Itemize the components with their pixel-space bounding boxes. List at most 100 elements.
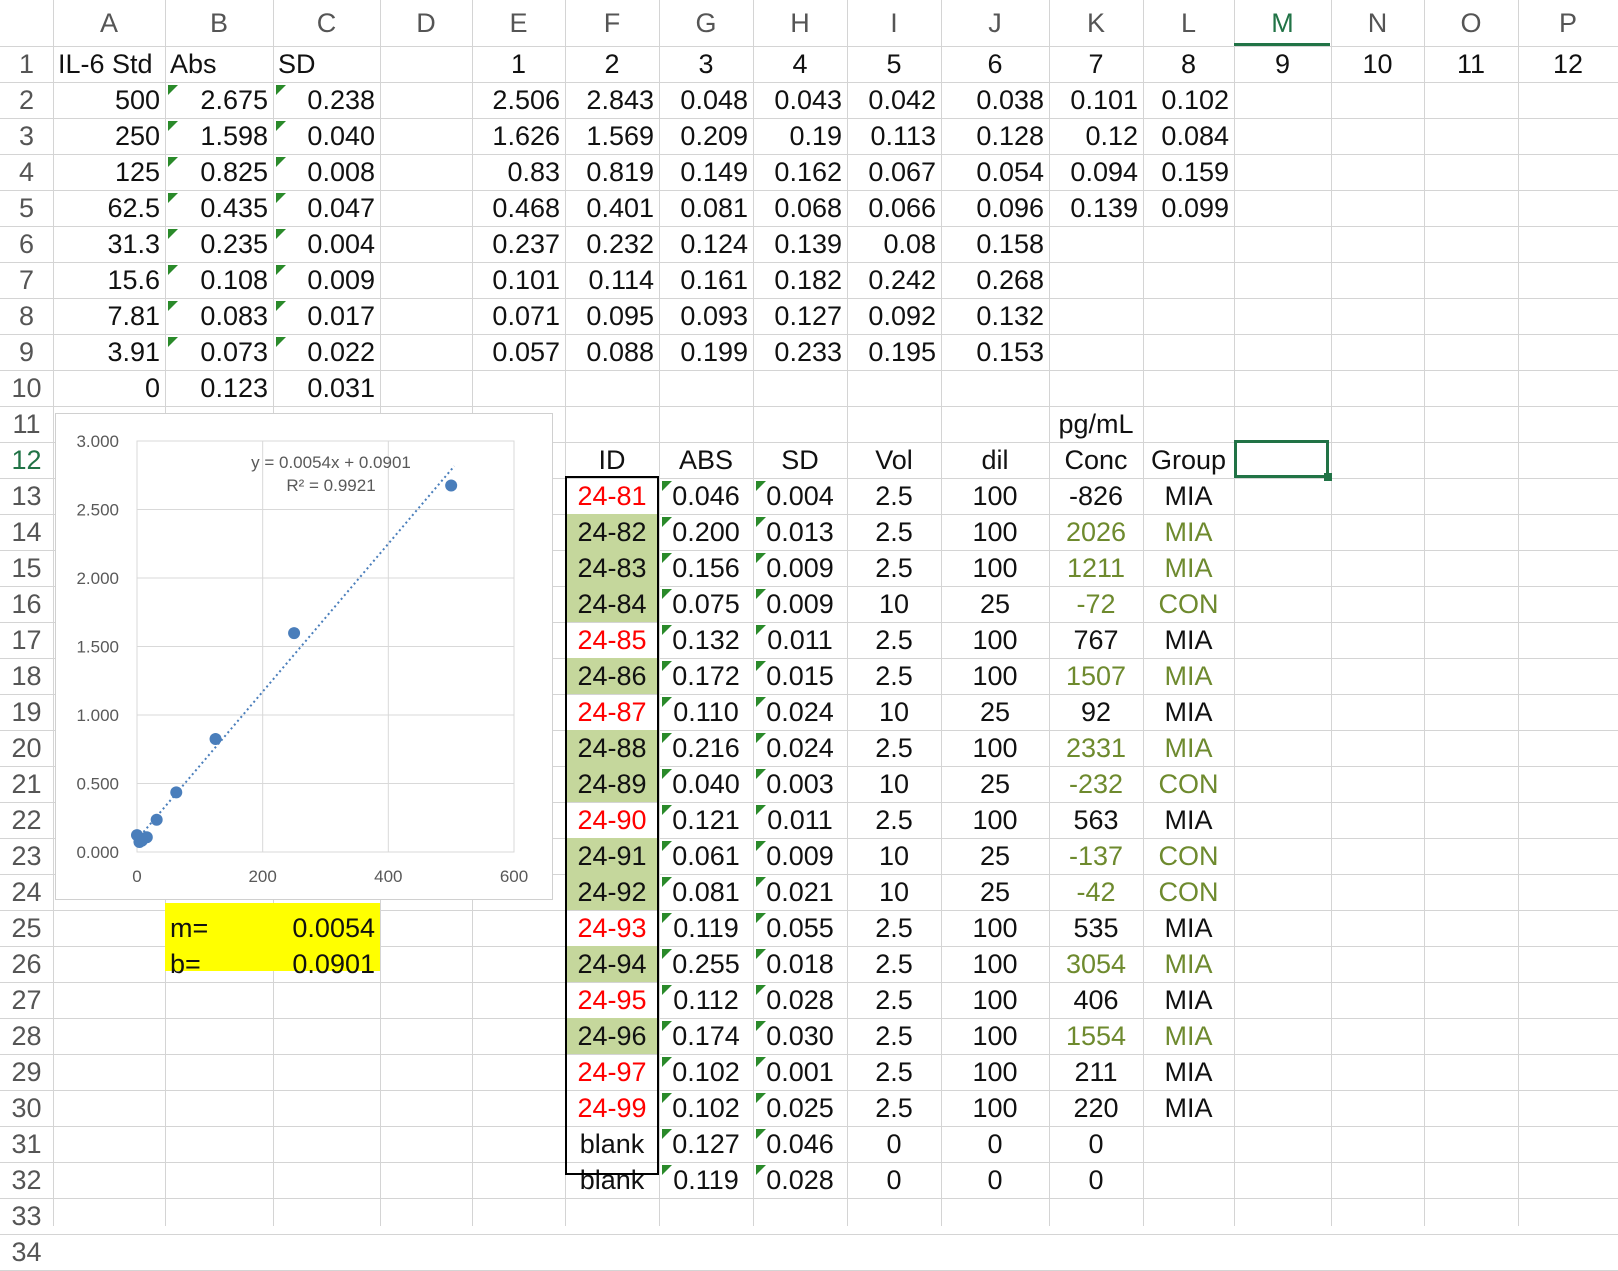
sample-vol-header[interactable]: Vol bbox=[847, 442, 941, 478]
plate-well-cell[interactable]: 0.054 bbox=[941, 154, 1049, 190]
plate-well-cell[interactable]: 0.088 bbox=[565, 334, 659, 370]
plate-well-cell[interactable]: 0.232 bbox=[565, 226, 659, 262]
std-sd-cell[interactable]: 0.047 bbox=[273, 190, 380, 226]
plate-well-cell[interactable]: 0.468 bbox=[472, 190, 565, 226]
row-header-26[interactable]: 26 bbox=[0, 946, 53, 982]
sample-conc-cell[interactable]: 92 bbox=[1049, 694, 1143, 730]
sample-abs-cell[interactable]: 0.075 bbox=[659, 586, 753, 622]
column-header-a[interactable]: A bbox=[53, 0, 165, 46]
sample-abs-cell[interactable]: 0.046 bbox=[659, 478, 753, 514]
column-header-g[interactable]: G bbox=[659, 0, 753, 46]
plate-column-header[interactable]: 9 bbox=[1234, 46, 1331, 82]
plate-well-cell[interactable]: 0.149 bbox=[659, 154, 753, 190]
sample-dil-cell[interactable]: 100 bbox=[941, 910, 1049, 946]
plate-well-cell[interactable]: 1.626 bbox=[472, 118, 565, 154]
sample-sd-cell[interactable]: 0.009 bbox=[753, 838, 847, 874]
plate-well-cell[interactable]: 0.071 bbox=[472, 298, 565, 334]
sample-abs-cell[interactable]: 0.081 bbox=[659, 874, 753, 910]
sample-dil-cell[interactable]: 100 bbox=[941, 730, 1049, 766]
plate-well-cell[interactable]: 0.081 bbox=[659, 190, 753, 226]
plate-well-cell[interactable]: 0.094 bbox=[1049, 154, 1143, 190]
sample-dil-cell[interactable]: 25 bbox=[941, 838, 1049, 874]
plate-column-header[interactable]: 1 bbox=[472, 46, 565, 82]
sample-conc-cell[interactable]: 0 bbox=[1049, 1162, 1143, 1198]
plate-well-cell[interactable]: 0.242 bbox=[847, 262, 941, 298]
row-header-3[interactable]: 3 bbox=[0, 118, 53, 154]
sample-abs-cell[interactable]: 0.121 bbox=[659, 802, 753, 838]
row-header-7[interactable]: 7 bbox=[0, 262, 53, 298]
std-sd-cell[interactable]: 0.022 bbox=[273, 334, 380, 370]
sample-dil-cell[interactable]: 0 bbox=[941, 1162, 1049, 1198]
plate-well-cell[interactable]: 0.093 bbox=[659, 298, 753, 334]
row-header-34[interactable]: 34 bbox=[0, 1234, 53, 1270]
row-header-21[interactable]: 21 bbox=[0, 766, 53, 802]
sample-dil-cell[interactable]: 100 bbox=[941, 1054, 1049, 1090]
plate-well-cell[interactable]: 0.158 bbox=[941, 226, 1049, 262]
sample-dil-cell[interactable]: 100 bbox=[941, 478, 1049, 514]
plate-well-cell[interactable]: 0.048 bbox=[659, 82, 753, 118]
std-concentration-cell[interactable]: 0 bbox=[53, 370, 165, 406]
sample-id-header[interactable]: ID bbox=[565, 442, 659, 478]
row-header-15[interactable]: 15 bbox=[0, 550, 53, 586]
sample-dil-header[interactable]: dil bbox=[941, 442, 1049, 478]
sample-group-cell[interactable]: MIA bbox=[1143, 514, 1234, 550]
std-sd-cell[interactable]: 0.031 bbox=[273, 370, 380, 406]
sample-group-cell[interactable]: MIA bbox=[1143, 802, 1234, 838]
sample-dil-cell[interactable]: 25 bbox=[941, 766, 1049, 802]
sample-sd-cell[interactable]: 0.011 bbox=[753, 622, 847, 658]
sample-group-cell[interactable] bbox=[1143, 1162, 1234, 1198]
plate-well-cell[interactable]: 0.068 bbox=[753, 190, 847, 226]
sample-vol-cell[interactable]: 10 bbox=[847, 694, 941, 730]
sd-header-cell[interactable]: SD bbox=[273, 46, 380, 82]
sample-abs-cell[interactable]: 0.119 bbox=[659, 910, 753, 946]
plate-well-cell[interactable]: 0.128 bbox=[941, 118, 1049, 154]
sample-vol-cell[interactable]: 2.5 bbox=[847, 550, 941, 586]
plate-well-cell[interactable]: 0.101 bbox=[1049, 82, 1143, 118]
plate-well-cell[interactable]: 0.12 bbox=[1049, 118, 1143, 154]
plate-well-cell[interactable]: 0.195 bbox=[847, 334, 941, 370]
column-header-n[interactable]: N bbox=[1331, 0, 1424, 46]
sample-sd-cell[interactable]: 0.028 bbox=[753, 1162, 847, 1198]
sample-group-cell[interactable]: CON bbox=[1143, 766, 1234, 802]
intercept-label-cell[interactable]: b= bbox=[165, 946, 273, 982]
std-abs-cell[interactable]: 2.675 bbox=[165, 82, 273, 118]
plate-well-cell[interactable]: 0.237 bbox=[472, 226, 565, 262]
plate-well-cell[interactable]: 0.113 bbox=[847, 118, 941, 154]
sample-dil-cell[interactable]: 100 bbox=[941, 982, 1049, 1018]
abs-header-cell[interactable]: Abs bbox=[165, 46, 273, 82]
sample-group-cell[interactable]: MIA bbox=[1143, 730, 1234, 766]
sample-dil-cell[interactable]: 25 bbox=[941, 874, 1049, 910]
sample-sd-cell[interactable]: 0.004 bbox=[753, 478, 847, 514]
plate-well-cell[interactable]: 0.162 bbox=[753, 154, 847, 190]
sample-vol-cell[interactable]: 2.5 bbox=[847, 1054, 941, 1090]
active-cell-m12[interactable] bbox=[1234, 440, 1329, 478]
row-header-10[interactable]: 10 bbox=[0, 370, 53, 406]
sample-dil-cell[interactable]: 100 bbox=[941, 658, 1049, 694]
sample-sd-cell[interactable]: 0.009 bbox=[753, 586, 847, 622]
sample-abs-cell[interactable]: 0.156 bbox=[659, 550, 753, 586]
standard-curve-chart[interactable]: 0.000 0.500 1.000 1.500 2.000 2.500 3.000 0 200 4… bbox=[55, 413, 553, 900]
sample-sd-cell[interactable]: 0.015 bbox=[753, 658, 847, 694]
plate-well-cell[interactable]: 0.819 bbox=[565, 154, 659, 190]
plate-well-cell[interactable]: 0.153 bbox=[941, 334, 1049, 370]
row-header-22[interactable]: 22 bbox=[0, 802, 53, 838]
sample-group-cell[interactable]: MIA bbox=[1143, 946, 1234, 982]
sample-dil-cell[interactable]: 100 bbox=[941, 622, 1049, 658]
plate-well-cell[interactable]: 0.268 bbox=[941, 262, 1049, 298]
plate-well-cell[interactable]: 0.139 bbox=[753, 226, 847, 262]
std-abs-cell[interactable]: 1.598 bbox=[165, 118, 273, 154]
unit-label-cell[interactable]: pg/mL bbox=[1049, 406, 1143, 442]
sample-sd-header[interactable]: SD bbox=[753, 442, 847, 478]
row-header-18[interactable]: 18 bbox=[0, 658, 53, 694]
plate-well-cell[interactable]: 0.038 bbox=[941, 82, 1049, 118]
sample-abs-cell[interactable]: 0.119 bbox=[659, 1162, 753, 1198]
sample-abs-cell[interactable]: 0.216 bbox=[659, 730, 753, 766]
sample-dil-cell[interactable]: 100 bbox=[941, 802, 1049, 838]
sample-group-cell[interactable]: MIA bbox=[1143, 1018, 1234, 1054]
plate-well-cell[interactable]: 0.161 bbox=[659, 262, 753, 298]
std-concentration-cell[interactable]: 250 bbox=[53, 118, 165, 154]
sample-conc-cell[interactable]: 563 bbox=[1049, 802, 1143, 838]
sample-abs-cell[interactable]: 0.112 bbox=[659, 982, 753, 1018]
plate-column-header[interactable]: 6 bbox=[941, 46, 1049, 82]
sample-conc-cell[interactable]: 1211 bbox=[1049, 550, 1143, 586]
